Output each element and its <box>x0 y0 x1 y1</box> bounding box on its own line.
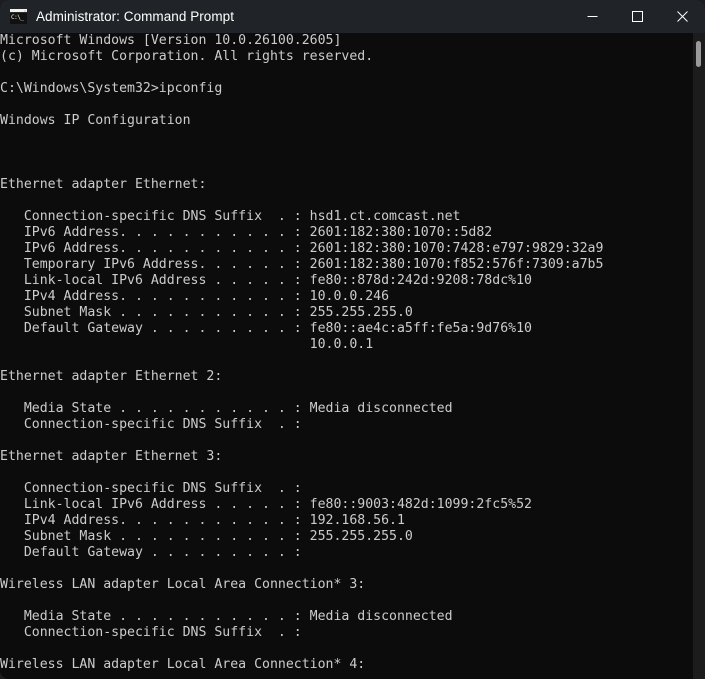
maximize-icon <box>632 11 643 22</box>
window-controls <box>570 0 705 33</box>
scrollbar-thumb[interactable] <box>696 41 701 67</box>
minimize-button[interactable] <box>570 0 615 33</box>
icon-prompt-glyph: C:\_ <box>11 13 23 22</box>
console-scrollbar[interactable] <box>693 33 705 679</box>
minimize-icon <box>587 11 598 22</box>
console-text: Microsoft Windows [Version 10.0.26100.26… <box>0 33 603 673</box>
title-bar[interactable]: ▫▫ C:\_ Administrator: Command Prompt <box>0 0 705 33</box>
close-button[interactable] <box>660 0 705 33</box>
console-output-area[interactable]: Microsoft Windows [Version 10.0.26100.26… <box>0 33 705 679</box>
maximize-button[interactable] <box>615 0 660 33</box>
cmd-console-icon: ▫▫ C:\_ <box>10 9 27 24</box>
close-icon <box>677 11 688 22</box>
command-prompt-window: ▫▫ C:\_ Administrator: Command Prompt <box>0 0 705 679</box>
window-title: Administrator: Command Prompt <box>36 0 570 33</box>
